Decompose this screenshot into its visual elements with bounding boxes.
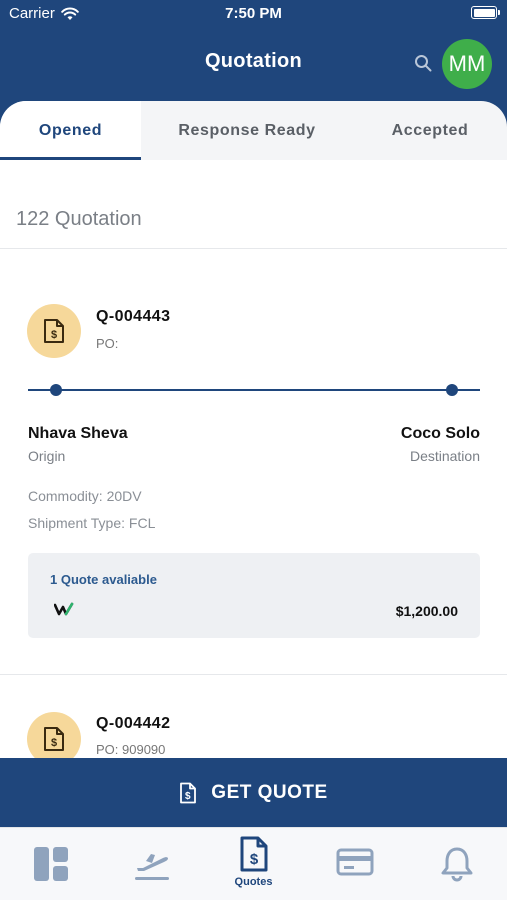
bottom-nav: $ Quotes — [0, 827, 507, 900]
avatar[interactable]: MM — [442, 39, 492, 89]
destination-dot — [446, 384, 458, 396]
po-number: PO: — [96, 336, 119, 351]
origin-label: Origin — [28, 448, 66, 464]
svg-text:$: $ — [51, 737, 57, 749]
dollar-document-icon: $ — [44, 319, 64, 343]
divider — [0, 248, 507, 249]
quotes-available-panel[interactable]: 1 Quote avaliable $1,200.00 — [28, 553, 480, 638]
carrier-logo-icon — [54, 602, 74, 616]
origin-dot — [50, 384, 62, 396]
destination-label: Destination — [409, 448, 480, 464]
quote-document-icon: $ — [27, 304, 81, 358]
nav-flights[interactable] — [101, 828, 202, 900]
card-icon — [336, 848, 373, 876]
shipment-type: Shipment Type: FCL — [28, 515, 156, 531]
status-bar: Carrier 7:50 PM — [0, 0, 507, 28]
quote-price: $1,200.00 — [395, 603, 458, 619]
tab-response-ready[interactable]: Response Ready — [141, 101, 353, 160]
nav-label: Quotes — [234, 876, 273, 888]
tab-label: Response Ready — [178, 121, 316, 139]
tab-opened[interactable]: Opened — [0, 101, 141, 160]
app-header: Carrier 7:50 PM Quotation MM Opened Resp… — [0, 0, 507, 160]
svg-text:$: $ — [51, 329, 57, 341]
battery-icon — [471, 6, 500, 19]
tab-accepted[interactable]: Accepted — [353, 101, 507, 160]
quotes-available-label: 1 Quote avaliable — [50, 572, 157, 587]
nav-notifications[interactable] — [406, 828, 507, 900]
bell-icon — [441, 847, 472, 882]
quote-document-icon: $ — [180, 782, 197, 803]
destination-city: Coco Solo — [400, 425, 480, 442]
avatar-initials: MM — [448, 51, 486, 76]
origin-city: Nhava Sheva — [28, 425, 128, 442]
dollar-document-icon: $ — [44, 727, 64, 751]
svg-text:$: $ — [185, 791, 191, 802]
get-quote-button[interactable]: $ GET QUOTE — [0, 758, 507, 827]
po-number: PO: 909090 — [96, 742, 166, 757]
commodity: Commodity: 20DV — [28, 488, 142, 504]
route-line — [28, 389, 480, 391]
quote-id: Q-004442 — [96, 715, 171, 732]
divider — [0, 674, 507, 675]
flight-departure-icon — [134, 854, 169, 880]
svg-text:$: $ — [249, 851, 258, 868]
tab-bar: Opened Response Ready Accepted — [0, 101, 507, 160]
quote-id: Q-004443 — [96, 308, 171, 325]
clock: 7:50 PM — [225, 5, 282, 22]
quotation-count: 122 Quotation — [16, 208, 142, 230]
quote-document-icon: $ — [240, 836, 267, 872]
tab-label: Opened — [38, 121, 103, 139]
nav-payments[interactable] — [304, 828, 405, 900]
dashboard-icon — [33, 847, 68, 881]
nav-quotes[interactable]: $ Quotes — [203, 828, 304, 900]
tab-label: Accepted — [391, 121, 469, 139]
search-icon[interactable] — [414, 54, 432, 72]
nav-dashboard[interactable] — [0, 828, 101, 900]
get-quote-label: GET QUOTE — [211, 781, 328, 803]
